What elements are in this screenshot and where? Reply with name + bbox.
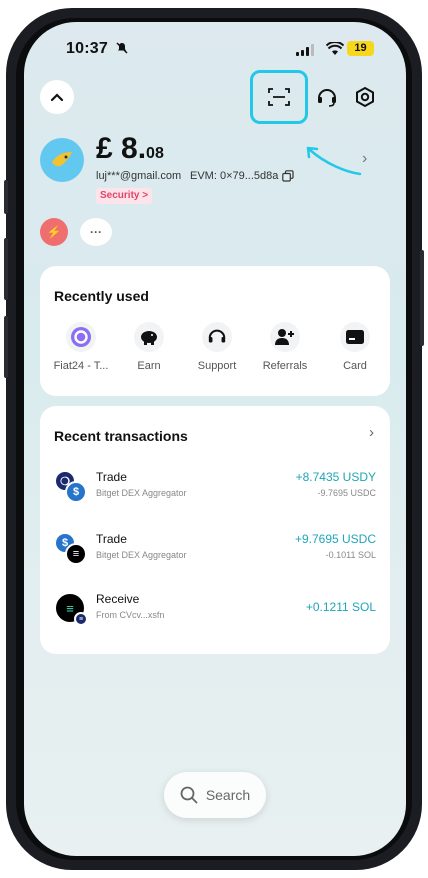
- recent-item-support[interactable]: Support: [184, 322, 250, 372]
- evm-address: EVM: 0×79...5d8a: [190, 170, 279, 182]
- volume-down-button: [4, 316, 8, 378]
- copy-icon[interactable]: [282, 170, 294, 182]
- balance-main: £ 8.: [96, 132, 147, 165]
- transaction-amount-sub: -9.7695 USDC: [317, 488, 376, 498]
- recent-item-card[interactable]: Card: [322, 322, 388, 372]
- side-button: [4, 180, 8, 214]
- recent-item-label: Fiat24 - T...: [53, 360, 109, 372]
- chevron-up-icon: [50, 93, 64, 102]
- transaction-subtitle: Bitget DEX Aggregator: [96, 550, 187, 560]
- volume-up-button: [4, 238, 8, 300]
- chevron-right-icon[interactable]: ›: [369, 424, 374, 441]
- battery-indicator: 19: [347, 41, 374, 56]
- transaction-amount: +9.7695 USDC: [294, 532, 376, 546]
- trade-pair-icon: $ ≡: [54, 532, 88, 566]
- card-icon: [340, 322, 370, 352]
- headset-icon: [318, 89, 336, 107]
- more-button[interactable]: ···: [80, 218, 112, 246]
- app-screen: 10:37 19 £ 8.08 luj***@gmail.com EVM: 0×…: [24, 22, 406, 856]
- trade-pair-icon: ❍ $: [54, 470, 88, 504]
- transaction-amount: +0.1211 SOL: [305, 600, 376, 614]
- scan-icon: [268, 88, 290, 106]
- recent-item-label: Card: [343, 360, 367, 372]
- recently-used-card: Recently used Fiat24 - T... Earn Support…: [40, 266, 390, 396]
- hexagon-settings-icon: [356, 86, 374, 108]
- search-label: Search: [205, 787, 251, 803]
- transaction-row[interactable]: $ ≡ Trade Bitget DEX Aggregator +9.7695 …: [40, 532, 390, 582]
- bolt-icon[interactable]: ⚡: [40, 218, 68, 246]
- power-button: [420, 250, 424, 346]
- balance-decimals: 08: [146, 145, 164, 162]
- transaction-row[interactable]: ≡ ≡ Receive From CVcv...xsfn +0.1211 SOL: [40, 592, 390, 642]
- transaction-subtitle: Bitget DEX Aggregator: [96, 488, 187, 498]
- account-email: luj***@gmail.com: [96, 170, 182, 182]
- piggy-bank-icon: [134, 322, 164, 352]
- recent-item-earn[interactable]: Earn: [116, 322, 182, 372]
- settings-button[interactable]: [348, 80, 382, 114]
- bell-slash-icon: [116, 42, 128, 57]
- recent-transactions-title[interactable]: Recent transactions: [54, 428, 188, 444]
- add-user-icon: [270, 322, 300, 352]
- receive-badge-icon: ≡: [74, 612, 88, 626]
- scan-button[interactable]: [250, 70, 308, 124]
- transaction-subtitle: From CVcv...xsfn: [96, 610, 165, 620]
- security-badge[interactable]: Security >: [96, 188, 153, 204]
- search-button[interactable]: Search: [164, 772, 266, 818]
- avatar-icon: [52, 152, 72, 167]
- recent-item-label: Earn: [137, 360, 161, 372]
- collapse-button[interactable]: [40, 80, 74, 114]
- recent-transactions-card: Recent transactions › ❍ $ Trade Bitget D…: [40, 406, 390, 654]
- transaction-title: Trade: [96, 470, 127, 484]
- balance-amount[interactable]: £ 8.08: [96, 132, 164, 166]
- fiat24-icon: [66, 322, 96, 352]
- avatar[interactable]: [40, 138, 84, 182]
- wifi-icon: [326, 42, 344, 55]
- transaction-title: Receive: [96, 592, 140, 606]
- headset-icon: [202, 322, 232, 352]
- sol-coin-icon: ≡: [65, 543, 87, 565]
- transaction-amount: +8.7435 USDY: [295, 470, 376, 484]
- status-bar: 10:37 19: [24, 40, 406, 60]
- recent-item-label: Support: [197, 360, 237, 372]
- transaction-row[interactable]: ❍ $ Trade Bitget DEX Aggregator +8.7435 …: [40, 470, 390, 520]
- usdc-coin-icon: $: [65, 481, 87, 503]
- recent-item-referrals[interactable]: Referrals: [252, 322, 318, 372]
- status-time: 10:37: [66, 40, 108, 57]
- signal-icon: [296, 44, 314, 56]
- account-detail-chevron-icon[interactable]: ›: [362, 150, 367, 168]
- recent-item-label: Referrals: [262, 360, 308, 372]
- recent-item-fiat24[interactable]: Fiat24 - T...: [48, 322, 114, 372]
- transaction-amount-sub: -0.1011 SOL: [325, 550, 376, 560]
- support-button[interactable]: [310, 80, 344, 114]
- receive-icon: ≡ ≡: [54, 592, 88, 626]
- recently-used-title: Recently used: [54, 288, 149, 304]
- search-icon: [180, 786, 198, 804]
- transaction-title: Trade: [96, 532, 127, 546]
